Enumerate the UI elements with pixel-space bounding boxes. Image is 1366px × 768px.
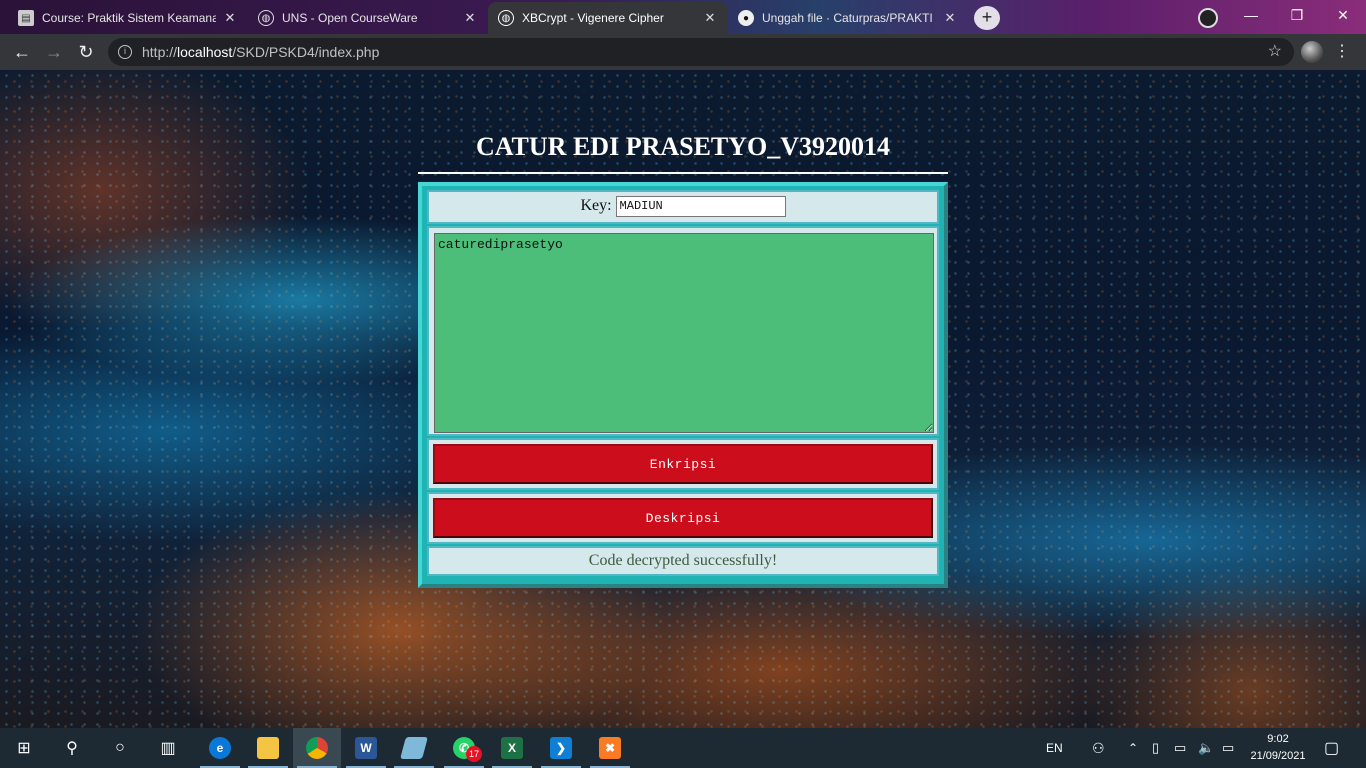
page-title: CATUR EDI PRASETYO_V3920014 <box>475 132 891 161</box>
edge-icon[interactable]: e <box>196 728 244 768</box>
url-host: localhost <box>177 44 233 60</box>
address-bar[interactable]: i http://localhost/SKD/PSKD4/index.php ☆ <box>108 38 1294 66</box>
people-icon[interactable]: ⚇ <box>1092 728 1105 768</box>
usb-icon[interactable]: ▯ <box>1152 728 1159 768</box>
close-icon[interactable]: ✕ <box>462 10 478 26</box>
media-control-icon[interactable] <box>1198 8 1218 28</box>
search-icon[interactable]: ⚲ <box>48 728 96 768</box>
tab-praktik[interactable]: ▤ Course: Praktik Sistem Keamanan ✕ <box>8 2 248 34</box>
profile-avatar[interactable] <box>1301 41 1323 63</box>
close-icon[interactable]: ✕ <box>942 10 958 26</box>
title-divider <box>418 172 948 174</box>
system-clock[interactable]: 9:02 21/09/2021 <box>1244 731 1312 765</box>
cortana-icon[interactable]: ○ <box>96 728 144 768</box>
notes-icon[interactable] <box>390 728 438 768</box>
start-icon[interactable]: ⊞ <box>0 728 48 768</box>
message-textarea[interactable]: caturediprasetyo <box>434 233 934 433</box>
menu-kebab-icon[interactable]: ⋮ <box>1334 40 1350 64</box>
file-explorer-icon[interactable] <box>244 728 292 768</box>
notification-center-icon[interactable]: ▢ <box>1324 728 1339 768</box>
cipher-form: Key: caturediprasetyo Enkripsi Deskripsi… <box>418 182 948 588</box>
chevron-up-icon[interactable]: ⌃ <box>1128 728 1138 768</box>
tab-title: XBCrypt - Vigenere Cipher <box>522 11 664 25</box>
browser-toolbar: ← → ↻ i http://localhost/SKD/PSKD4/index… <box>0 34 1366 70</box>
close-icon[interactable]: ✕ <box>702 10 718 26</box>
tab-title: UNS - Open CourseWare <box>282 11 418 25</box>
clock-time: 9:02 <box>1267 733 1289 745</box>
browser-tab-bar: ▤ Course: Praktik Sistem Keamanan ✕ ◍ UN… <box>0 0 1366 34</box>
back-arrow-icon[interactable]: ← <box>10 40 34 64</box>
battery-icon[interactable]: ▭ <box>1222 728 1234 768</box>
minimize-icon[interactable]: — <box>1228 0 1274 32</box>
tab-uns[interactable]: ◍ UNS - Open CourseWare ✕ <box>248 2 488 34</box>
volume-icon[interactable]: 🔈 <box>1198 728 1214 768</box>
new-tab-button[interactable]: + <box>974 6 1000 30</box>
key-input[interactable] <box>615 195 786 217</box>
tab-xbcrypt[interactable]: ◍ XBCrypt - Vigenere Cipher ✕ <box>488 2 728 34</box>
close-icon[interactable]: ✕ <box>222 10 238 26</box>
url-prefix: http:// <box>142 44 178 60</box>
reload-icon[interactable]: ↻ <box>74 40 98 64</box>
tab-github[interactable]: ● Unggah file · Caturpras/PRAKTI ✕ <box>728 2 968 34</box>
globe-icon: ◍ <box>498 10 514 26</box>
key-row: Key: <box>427 190 939 224</box>
page-viewport: CATUR EDI PRASETYO_V3920014 Key: catured… <box>0 70 1366 728</box>
network-icon[interactable]: ▭ <box>1174 728 1186 768</box>
status-row: Code decrypted successfully! <box>427 546 939 576</box>
forward-arrow-icon[interactable]: → <box>42 40 66 64</box>
close-window-icon[interactable]: ✕ <box>1320 0 1366 32</box>
status-message: Code decrypted successfully! <box>588 552 778 569</box>
encrypt-row: Enkripsi <box>427 438 939 490</box>
clock-date: 21/09/2021 <box>1250 750 1306 762</box>
key-label: Key: <box>580 197 612 214</box>
text-row: caturediprasetyo <box>427 226 939 436</box>
chrome-icon[interactable] <box>293 728 341 768</box>
decrypt-row: Deskripsi <box>427 492 939 544</box>
vscode-icon[interactable]: ❯ <box>537 728 585 768</box>
xampp-icon[interactable]: ✖ <box>586 728 634 768</box>
restore-icon[interactable]: ❐ <box>1274 0 1320 32</box>
tab-title: Unggah file · Caturpras/PRAKTI <box>762 11 933 25</box>
decrypt-button[interactable]: Deskripsi <box>433 498 933 538</box>
whatsapp-icon[interactable]: ✆ 17 <box>440 728 488 768</box>
windows-taskbar: ⊞ ⚲ ○ ▥ e W ✆ 17 X ❯ ✖ EN ⚇ ⌃ ▯ ▭ 🔈 ▭ 9:… <box>0 728 1366 768</box>
moodle-favicon-icon: ▤ <box>18 10 34 26</box>
task-view-icon[interactable]: ▥ <box>144 728 192 768</box>
notification-badge: 17 <box>466 746 482 762</box>
globe-icon: ◍ <box>258 10 274 26</box>
url-path: /SKD/PSKD4/index.php <box>232 44 380 60</box>
tab-title: Course: Praktik Sistem Keamanan <box>42 11 216 25</box>
excel-icon[interactable]: X <box>488 728 536 768</box>
encrypt-button[interactable]: Enkripsi <box>433 444 933 484</box>
language-indicator[interactable]: EN <box>1046 728 1063 768</box>
bookmark-star-icon[interactable]: ☆ <box>1268 38 1282 66</box>
word-icon[interactable]: W <box>342 728 390 768</box>
info-icon[interactable]: i <box>118 45 132 59</box>
github-icon: ● <box>738 10 754 26</box>
